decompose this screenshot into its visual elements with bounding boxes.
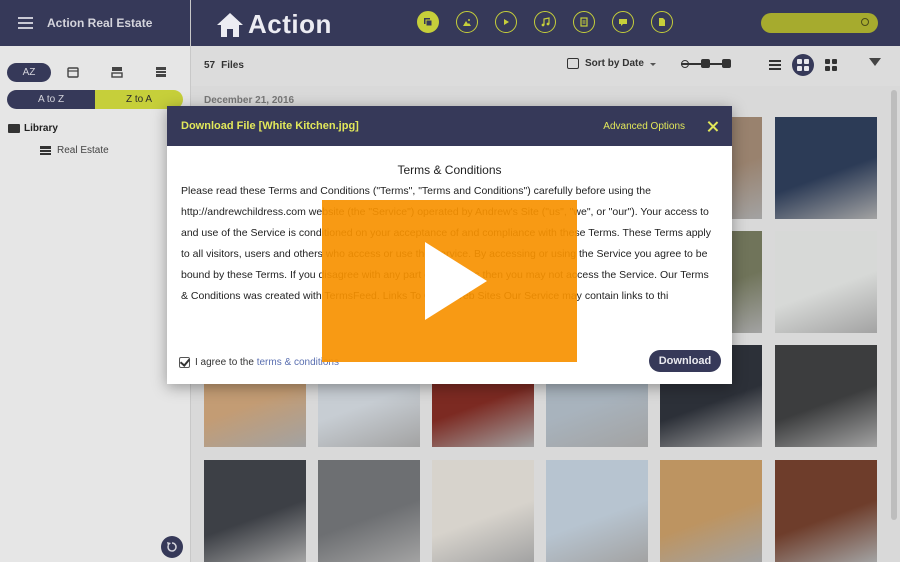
house-icon	[217, 12, 243, 37]
hdd-icon[interactable]	[95, 66, 139, 78]
hamburger-menu-icon[interactable]	[18, 17, 33, 29]
tree-item-library[interactable]: Library	[8, 121, 190, 135]
sidebar: Action Real Estate AZ A to Z Z to A Libr…	[0, 0, 191, 562]
filter-icon[interactable]	[869, 58, 881, 66]
search-input[interactable]	[761, 13, 878, 33]
search-icon	[861, 18, 869, 26]
stack-icon	[40, 145, 51, 155]
logo[interactable]: Action	[216, 9, 332, 40]
sort-a-to-z[interactable]: A to Z	[7, 90, 95, 109]
close-icon[interactable]	[707, 121, 718, 132]
document-icon[interactable]	[573, 11, 595, 33]
top-bar: Action	[191, 0, 900, 46]
thumbnail[interactable]	[775, 345, 877, 447]
sidebar-header: Action Real Estate	[0, 0, 190, 46]
agree-checkbox[interactable]	[179, 356, 190, 368]
thumbnail[interactable]	[775, 117, 877, 219]
thumbnail[interactable]	[546, 460, 648, 562]
terms-heading: Terms & Conditions	[397, 163, 502, 177]
image-icon[interactable]	[456, 11, 478, 33]
thumbnail[interactable]	[432, 460, 534, 562]
file-icon[interactable]	[651, 11, 673, 33]
chat-icon[interactable]	[612, 11, 634, 33]
folder-open-icon	[8, 123, 20, 133]
music-icon[interactable]	[534, 11, 556, 33]
thumbnail[interactable]	[660, 460, 762, 562]
calendar-icon	[567, 58, 579, 69]
toolbar: 57 Files Sort by Date	[191, 46, 900, 86]
sort-direction-toggle: A to Z Z to A	[7, 90, 183, 109]
sidebar-tools: AZ	[0, 46, 190, 88]
thumbnail[interactable]	[204, 460, 306, 562]
list-view-icon[interactable]	[764, 54, 786, 76]
thumbnail-size-slider[interactable]	[681, 58, 731, 70]
file-count: 57 Files	[204, 60, 244, 71]
view-switcher	[764, 54, 848, 76]
az-sort-button[interactable]: AZ	[7, 62, 51, 82]
chevron-down-icon	[649, 62, 656, 66]
site-title: Action Real Estate	[47, 16, 153, 30]
grid-view-icon[interactable]	[792, 54, 814, 76]
refresh-icon	[167, 542, 177, 552]
dialog-title: Download File [White Kitchen.jpg]	[181, 120, 359, 132]
logo-text: Action	[248, 9, 332, 39]
refresh-button[interactable]	[161, 536, 183, 558]
play-icon	[424, 242, 487, 320]
sort-dropdown[interactable]: Sort by Date	[567, 58, 658, 69]
library-tree: Library Real Estate	[0, 109, 190, 157]
layers-icon[interactable]	[417, 11, 439, 33]
mosaic-view-icon[interactable]	[820, 54, 842, 76]
advanced-options-link[interactable]: Advanced Options	[603, 121, 685, 132]
date-group-header: December 21, 2016	[204, 95, 295, 106]
media-type-nav	[417, 11, 690, 33]
video-play-overlay[interactable]	[322, 200, 577, 362]
thumbnail[interactable]	[775, 231, 877, 333]
agree-label: I agree to the terms & conditions	[195, 356, 339, 368]
download-button[interactable]: Download	[649, 350, 721, 372]
calendar-icon[interactable]	[51, 66, 95, 78]
tree-item-real-estate[interactable]: Real Estate	[8, 143, 190, 157]
dialog-header: Download File [White Kitchen.jpg] Advanc…	[167, 106, 732, 146]
video-icon[interactable]	[495, 11, 517, 33]
thumbnail[interactable]	[775, 460, 877, 562]
storage-icon[interactable]	[139, 66, 183, 78]
thumbnail[interactable]	[318, 460, 420, 562]
scrollbar[interactable]	[891, 86, 897, 562]
